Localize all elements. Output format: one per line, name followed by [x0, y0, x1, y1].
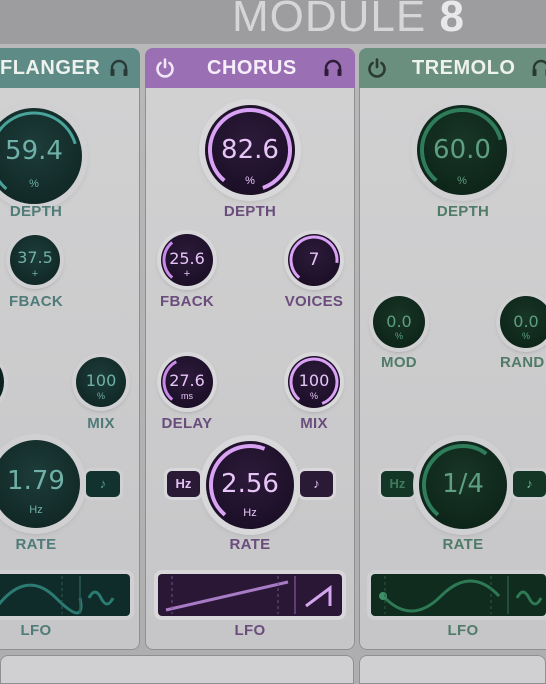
tremolo-rand-value: 0.0	[513, 312, 539, 331]
flanger-depth-value: 59.4	[5, 136, 63, 166]
flanger-fback-value: 37.5	[17, 248, 53, 267]
chorus-mix-label: MIX	[300, 415, 328, 432]
tremolo-depth-knob[interactable]: 60.0 %	[417, 105, 507, 195]
chorus-delay-knob[interactable]: 27.6 ms	[161, 356, 213, 408]
flanger-depth-unit: %	[29, 178, 39, 190]
tremolo-sync-note-button[interactable]: ♪	[513, 471, 546, 497]
chorus-rate-value: 2.56	[221, 469, 279, 499]
power-icon[interactable]	[366, 57, 388, 79]
headphones-icon[interactable]	[531, 59, 546, 77]
chorus-delay-label: DELAY	[161, 415, 213, 432]
tremolo-hz-button[interactable]: Hz	[381, 471, 414, 497]
tremolo-rand-knob[interactable]: 0.0 %	[500, 296, 546, 348]
chorus-fback-unit: +	[183, 268, 191, 280]
headphones-icon[interactable]	[109, 59, 129, 77]
chorus-hz-button[interactable]: Hz	[167, 471, 200, 497]
chorus-delay-value: 27.6	[169, 371, 205, 390]
tremolo-depth-value: 60.0	[433, 135, 491, 165]
chorus-fback-knob[interactable]: 25.6 +	[161, 234, 213, 286]
flanger-mix-unit: %	[96, 391, 105, 401]
tremolo-title: TREMOLO	[412, 57, 516, 79]
flanger-depth-label: DEPTH	[9, 203, 63, 220]
tremolo-mod-label: MOD	[381, 354, 417, 371]
chorus-delay-unit: ms	[181, 391, 193, 401]
tremolo-lfo-label: LFO	[447, 622, 479, 639]
flanger-fback-unit: +	[31, 268, 39, 280]
flanger-title: FLANGER	[0, 57, 101, 79]
flanger-mix-label: MIX	[87, 415, 115, 432]
chorus-lfo-label: LFO	[234, 622, 266, 639]
tremolo-mod-unit: %	[394, 331, 403, 341]
tremolo-header: TREMOLO	[359, 48, 546, 88]
chorus-title: CHORUS	[207, 57, 297, 79]
next-row-panel-left	[0, 655, 354, 684]
flanger-mix-value: 100	[85, 371, 117, 390]
flanger-lfo-display[interactable]	[0, 574, 130, 616]
tremolo-rate-knob[interactable]: 1/4	[419, 441, 507, 529]
flanger-rate-unit: Hz	[29, 504, 43, 516]
flanger-sync-note-button[interactable]: ♪	[86, 471, 120, 497]
tremolo-depth-label: DEPTH	[436, 203, 490, 220]
chorus-voices-knob[interactable]: 7	[288, 234, 340, 286]
tremolo-lfo-display[interactable]	[371, 574, 546, 616]
chorus-mix-knob[interactable]: 100 %	[288, 356, 340, 408]
tremolo-mod-value: 0.0	[386, 312, 412, 331]
chorus-depth-label: DEPTH	[223, 203, 277, 220]
tremolo-depth-unit: %	[457, 175, 467, 187]
chorus-mix-value: 100	[298, 371, 330, 390]
chorus-fback-value: 25.6	[169, 249, 205, 268]
flanger-lfo-label: LFO	[20, 622, 52, 639]
module-title: MODULE 8	[232, 0, 465, 42]
next-row-panel-right	[359, 655, 546, 684]
tremolo-rand-unit: %	[521, 331, 530, 341]
flanger-depth-knob[interactable]: 59.4 %	[0, 108, 82, 204]
chorus-lfo-display[interactable]	[158, 574, 342, 616]
chorus-mix-unit: %	[309, 391, 318, 401]
tremolo-rand-label: RAND	[500, 354, 545, 371]
flanger-rate-label: RATE	[15, 536, 57, 553]
chorus-sync-note-button[interactable]: ♪	[300, 471, 333, 497]
chorus-depth-unit: %	[245, 175, 255, 187]
tremolo-mod-knob[interactable]: 0.0 %	[373, 296, 425, 348]
chorus-depth-knob[interactable]: 82.6 %	[205, 105, 295, 195]
headphones-icon[interactable]	[323, 59, 343, 77]
tremolo-rate-label: RATE	[442, 536, 484, 553]
power-icon[interactable]	[154, 57, 176, 79]
chorus-depth-value: 82.6	[221, 135, 279, 165]
module-title-word: MODULE	[232, 0, 427, 41]
flanger-fback-knob[interactable]: 37.5 +	[10, 235, 60, 285]
chorus-fback-label: FBACK	[160, 293, 214, 310]
chorus-rate-knob[interactable]: 2.56 Hz	[206, 441, 294, 529]
flanger-rate-knob[interactable]: 1.79 Hz	[0, 440, 80, 528]
flanger-mix-knob[interactable]: 100 %	[76, 357, 126, 407]
chorus-voices-label: VOICES	[284, 293, 344, 310]
flanger-rate-value: 1.79	[7, 466, 65, 496]
chorus-header: CHORUS	[145, 48, 355, 88]
chorus-rate-label: RATE	[229, 536, 271, 553]
module-title-number: 8	[439, 0, 465, 41]
tremolo-rate-value: 1/4	[442, 469, 484, 499]
chorus-voices-value: 7	[308, 250, 320, 270]
module-title-bar: MODULE 8	[0, 0, 546, 44]
flanger-header: FLANGER	[0, 48, 140, 88]
chorus-rate-unit: Hz	[243, 507, 257, 519]
flanger-fback-label: FBACK	[9, 293, 63, 310]
